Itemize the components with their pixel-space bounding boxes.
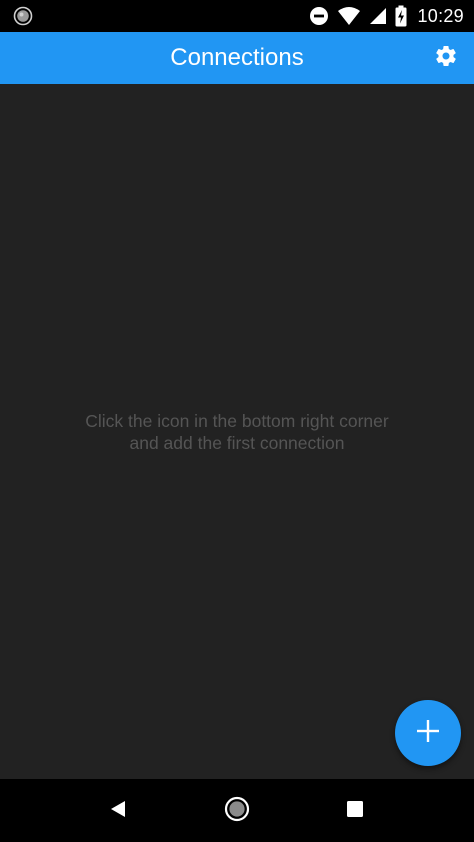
recents-icon <box>346 800 364 823</box>
empty-state-line-1: Click the icon in the bottom right corne… <box>85 411 389 431</box>
screen: 10:29 Connections Click the icon in the … <box>0 0 474 842</box>
empty-state-line-2: and add the first connection <box>129 433 345 453</box>
do-not-disturb-icon <box>309 6 329 26</box>
cell-signal-icon <box>369 6 387 26</box>
navigation-bar <box>0 779 474 842</box>
notification-dot-icon <box>13 6 33 26</box>
battery-charging-icon <box>395 5 407 27</box>
home-button[interactable] <box>224 796 250 827</box>
plus-icon <box>415 718 441 749</box>
status-time: 10:29 <box>417 5 464 26</box>
home-icon <box>224 796 250 827</box>
gear-icon <box>434 44 458 73</box>
settings-button[interactable] <box>432 44 460 72</box>
status-bar: 10:29 <box>0 0 474 32</box>
page-title: Connections <box>170 44 304 71</box>
back-icon <box>108 799 128 824</box>
add-connection-button[interactable] <box>395 700 461 766</box>
empty-state-message: Click the icon in the bottom right corne… <box>0 410 474 454</box>
status-icons: 10:29 <box>309 0 464 32</box>
back-button[interactable] <box>105 798 131 824</box>
app-bar: Connections <box>0 32 474 84</box>
recents-button[interactable] <box>342 798 368 824</box>
wifi-icon <box>337 6 361 26</box>
